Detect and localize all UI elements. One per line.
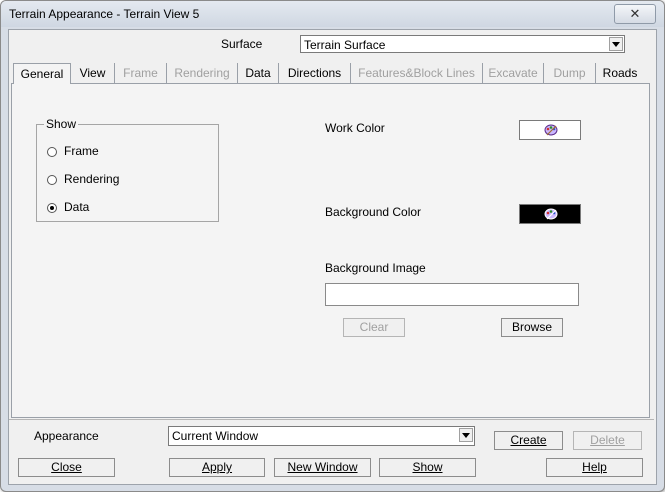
show-frame-radio[interactable]: Frame: [47, 144, 207, 160]
surface-label: Surface: [221, 37, 263, 51]
help-button[interactable]: Help: [546, 458, 643, 477]
surface-select[interactable]: Terrain Surface: [300, 35, 625, 53]
palette-icon: [544, 124, 558, 136]
surface-select-value: Terrain Surface: [304, 38, 386, 52]
show-rendering-label: Rendering: [64, 172, 120, 186]
background-image-label: Background Image: [325, 261, 426, 275]
appearance-select-value: Current Window: [172, 429, 259, 443]
tab-rendering[interactable]: Rendering: [167, 63, 238, 83]
tab-bar: General View Frame Rendering Data Direct…: [11, 63, 652, 84]
radio-checked-icon[interactable]: [47, 203, 57, 213]
create-button[interactable]: Create: [494, 431, 563, 450]
background-color-button[interactable]: [519, 204, 581, 224]
new-window-button[interactable]: New Window: [274, 458, 371, 477]
show-group-legend: Show: [44, 117, 79, 131]
show-data-label: Data: [64, 200, 90, 214]
appearance-select[interactable]: Current Window: [168, 426, 475, 446]
show-button[interactable]: Show: [379, 458, 476, 477]
tab-frame[interactable]: Frame: [115, 63, 167, 83]
tab-dump[interactable]: Dump: [544, 63, 596, 83]
apply-button[interactable]: Apply: [169, 458, 265, 477]
tab-roads[interactable]: Roads: [596, 63, 644, 83]
radio-unchecked-icon[interactable]: [47, 147, 57, 157]
browse-button[interactable]: Browse: [501, 318, 563, 337]
work-color-button[interactable]: [519, 120, 581, 140]
palette-icon: [544, 208, 558, 220]
title-bar[interactable]: Terrain Appearance - Terrain View 5 ✕: [1, 1, 664, 27]
tab-general[interactable]: General: [13, 63, 71, 84]
tab-features-block-lines[interactable]: Features&Block Lines: [351, 63, 483, 83]
show-data-radio[interactable]: Data: [47, 200, 207, 216]
show-rendering-radio[interactable]: Rendering: [47, 172, 207, 188]
close-button[interactable]: Close: [18, 458, 115, 477]
radio-unchecked-icon[interactable]: [47, 175, 57, 185]
chevron-down-icon[interactable]: [609, 37, 623, 51]
show-group: Show Frame Rendering Data: [36, 117, 219, 222]
show-frame-label: Frame: [64, 144, 99, 158]
dialog-client-area: Surface Terrain Surface General View Fra…: [8, 29, 657, 485]
background-color-label: Background Color: [325, 205, 422, 219]
work-color-label: Work Color: [325, 121, 385, 135]
window-title: Terrain Appearance - Terrain View 5: [9, 7, 200, 21]
general-tab-panel: Show Frame Rendering Data Work Color Bac…: [11, 83, 650, 418]
chevron-down-icon[interactable]: [459, 428, 473, 442]
tab-directions[interactable]: Directions: [279, 63, 351, 83]
tab-view[interactable]: View: [71, 63, 115, 83]
close-window-button[interactable]: ✕: [614, 4, 656, 24]
close-icon: ✕: [629, 6, 641, 21]
dialog-window: Terrain Appearance - Terrain View 5 ✕ Su…: [0, 0, 665, 492]
delete-button[interactable]: Delete: [573, 431, 642, 450]
appearance-label: Appearance: [34, 429, 99, 443]
divider: [9, 419, 654, 420]
background-image-input[interactable]: [325, 283, 579, 306]
tab-data[interactable]: Data: [238, 63, 279, 83]
tab-excavate[interactable]: Excavate: [483, 63, 544, 83]
clear-button[interactable]: Clear: [343, 318, 405, 337]
